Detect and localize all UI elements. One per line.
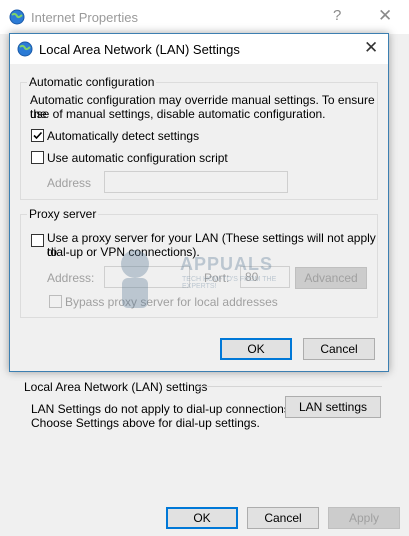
- lan-note-line-2: Choose Settings above for dial-up settin…: [31, 416, 260, 430]
- parent-cancel-button[interactable]: Cancel: [247, 507, 319, 529]
- help-icon[interactable]: ?: [333, 7, 341, 24]
- lan-settings-button[interactable]: LAN settings: [285, 396, 381, 418]
- dialog-ok-button[interactable]: OK: [220, 338, 292, 360]
- use-proxy-checkbox[interactable]: [31, 234, 44, 247]
- bypass-local-checkbox[interactable]: [49, 295, 62, 308]
- parent-window-title: Internet Properties: [31, 10, 138, 25]
- parent-apply-button[interactable]: Apply: [328, 507, 400, 529]
- section-divider: [196, 386, 382, 387]
- auto-config-description-line-2: use of manual settings, disable automati…: [30, 107, 326, 121]
- script-address-input[interactable]: [104, 171, 288, 193]
- script-address-label: Address: [47, 176, 92, 190]
- use-config-script-label[interactable]: Use automatic configuration script: [47, 151, 228, 165]
- parent-titlebar: Internet Properties ? ✕: [0, 0, 409, 34]
- lan-section-title: Local Area Network (LAN) settings: [24, 380, 208, 394]
- auto-config-legend: Automatic configuration: [27, 75, 157, 89]
- proxy-address-label: Address:: [47, 271, 95, 285]
- parent-ok-button[interactable]: OK: [166, 507, 238, 529]
- auto-detect-label[interactable]: Automatically detect settings: [47, 129, 199, 143]
- dialog-close-icon[interactable]: ✕: [364, 38, 378, 58]
- advanced-button[interactable]: Advanced: [295, 267, 367, 289]
- auto-detect-checkbox[interactable]: [31, 129, 44, 142]
- dialog-cancel-button[interactable]: Cancel: [303, 338, 375, 360]
- proxy-address-input[interactable]: [104, 266, 190, 288]
- proxy-server-legend: Proxy server: [27, 207, 99, 221]
- lan-settings-dialog: Local Area Network (LAN) Settings ✕ Auto…: [9, 33, 389, 372]
- internet-globe-icon: [9, 9, 25, 25]
- network-globe-icon: [17, 41, 33, 57]
- parent-close-icon[interactable]: ✕: [378, 6, 392, 26]
- dialog-title: Local Area Network (LAN) Settings: [39, 42, 240, 57]
- proxy-port-input[interactable]: [240, 266, 290, 288]
- lan-note-line-1: LAN Settings do not apply to dial-up con…: [31, 402, 294, 416]
- use-proxy-label-line-2[interactable]: dial-up or VPN connections).: [47, 245, 200, 259]
- use-config-script-checkbox[interactable]: [31, 151, 44, 164]
- parent-footer: OK Cancel Apply: [0, 496, 409, 536]
- dialog-titlebar: Local Area Network (LAN) Settings ✕: [10, 34, 388, 64]
- proxy-port-label: Port:: [204, 271, 230, 285]
- bypass-local-label[interactable]: Bypass proxy server for local addresses: [65, 295, 278, 309]
